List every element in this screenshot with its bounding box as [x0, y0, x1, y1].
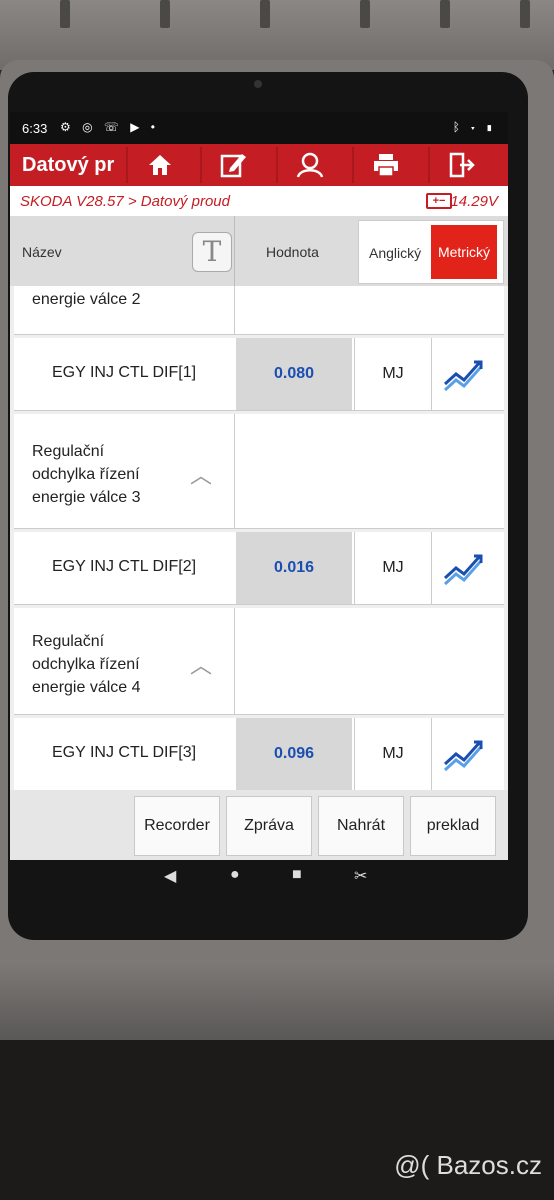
units-english-button[interactable]: Anglický	[369, 245, 421, 261]
group-name-line: Regulační	[32, 633, 105, 650]
upload-button[interactable]: Nahrát	[318, 796, 404, 856]
text-size-button[interactable]: T	[192, 232, 232, 272]
breadcrumb-bar: SKODA V28.57 > Datový proud +− 14.29V	[10, 186, 508, 217]
home-icon	[149, 155, 171, 175]
case-rib	[520, 0, 530, 28]
row-value: 0.080	[236, 338, 352, 410]
row-unit: MJ	[354, 718, 432, 790]
home-button[interactable]	[126, 147, 192, 183]
screen: 6:33 ⚙ ◎ ☏ ▶ • ᛒ ▾ ▮ Datový proud	[10, 112, 508, 860]
units-metric-button[interactable]: Metrický	[431, 225, 497, 279]
voltage-readout: 14.29V	[450, 193, 498, 210]
table-row[interactable]: EGY INJ CTL DIF[1] 0.080 MJ	[14, 338, 504, 411]
row-unit: MJ	[354, 338, 432, 410]
group-name-line: Regulační	[32, 443, 105, 460]
graph-icon[interactable]	[442, 734, 486, 774]
column-divider	[234, 286, 235, 334]
column-divider	[234, 608, 235, 714]
list-group[interactable]: Regulační odchylka řízení energie válce …	[14, 608, 504, 715]
graph-icon[interactable]	[442, 548, 486, 588]
watermark: @( Bazos.cz	[394, 1150, 542, 1180]
exit-button[interactable]	[428, 147, 494, 183]
notification-icons: ⚙ ◎ ☏ ▶ •	[60, 120, 159, 134]
group-name-line: odchylka řízení	[32, 656, 140, 673]
list-group[interactable]: energie válce 2	[14, 286, 504, 335]
column-divider	[234, 414, 235, 528]
action-bar: Recorder Zpráva Nahrát preklad	[10, 790, 508, 860]
system-nav-bar: ◀ ● ■ ✂	[10, 860, 508, 894]
user-button[interactable]	[276, 147, 342, 183]
app-header: Datový proud	[10, 144, 508, 186]
edit-button[interactable]	[200, 147, 266, 183]
status-time: 6:33	[22, 121, 48, 136]
translate-button[interactable]: preklad	[410, 796, 496, 856]
status-bar: 6:33 ⚙ ◎ ☏ ▶ • ᛒ ▾ ▮	[10, 112, 508, 144]
group-name: energie válce 2	[32, 291, 141, 308]
row-value: 0.016	[236, 532, 352, 604]
row-name: EGY INJ CTL DIF[2]	[52, 558, 197, 575]
case-rib	[440, 0, 450, 28]
device-case-bottom	[0, 960, 554, 1040]
camera-icon	[254, 80, 262, 88]
exit-icon	[449, 152, 475, 178]
column-divider	[234, 216, 235, 286]
row-name: EGY INJ CTL DIF[3]	[52, 744, 197, 761]
table-row[interactable]: EGY INJ CTL DIF[3] 0.096 MJ	[14, 718, 504, 791]
list-group[interactable]: Regulační odchylka řízení energie válce …	[14, 414, 504, 529]
edit-icon	[220, 154, 246, 178]
case-rib	[260, 0, 270, 28]
table-row[interactable]: EGY INJ CTL DIF[2] 0.016 MJ	[14, 532, 504, 605]
screenshot-icon[interactable]: ✂	[354, 866, 367, 886]
recents-icon[interactable]: ■	[292, 866, 302, 884]
system-icons: ᛒ ▾ ▮	[452, 120, 496, 134]
unit-toggle: Anglický Metrický	[358, 220, 504, 284]
column-name-label: Název	[22, 244, 62, 260]
back-icon[interactable]: ◀	[164, 866, 176, 886]
row-value: 0.096	[236, 718, 352, 790]
case-rib	[60, 0, 70, 28]
data-list[interactable]: energie válce 2 EGY INJ CTL DIF[1] 0.080…	[10, 286, 508, 791]
app-title: Datový proud	[22, 154, 114, 176]
case-rib	[360, 0, 370, 28]
row-name: EGY INJ CTL DIF[1]	[52, 364, 197, 381]
column-header: Název T Hodnota Anglický Metrický	[10, 216, 508, 287]
print-button[interactable]	[352, 147, 418, 183]
graph-icon[interactable]	[442, 354, 486, 394]
group-name-line: odchylka řízení	[32, 466, 140, 483]
report-button[interactable]: Zpráva	[226, 796, 312, 856]
printer-icon	[374, 154, 398, 177]
column-value-label: Hodnota	[266, 244, 319, 260]
case-rib	[160, 0, 170, 28]
home-nav-icon[interactable]: ●	[230, 866, 240, 884]
group-name-line: energie válce 3	[32, 489, 141, 506]
breadcrumb: SKODA V28.57 > Datový proud	[20, 193, 230, 210]
record-button[interactable]: Recorder	[134, 796, 220, 856]
user-icon	[296, 152, 324, 178]
row-unit: MJ	[354, 532, 432, 604]
group-name-line: energie válce 4	[32, 679, 141, 696]
chevron-up-icon[interactable]: ︿	[190, 648, 212, 680]
battery-icon: +−	[426, 193, 452, 209]
chevron-up-icon[interactable]: ︿	[190, 458, 212, 490]
